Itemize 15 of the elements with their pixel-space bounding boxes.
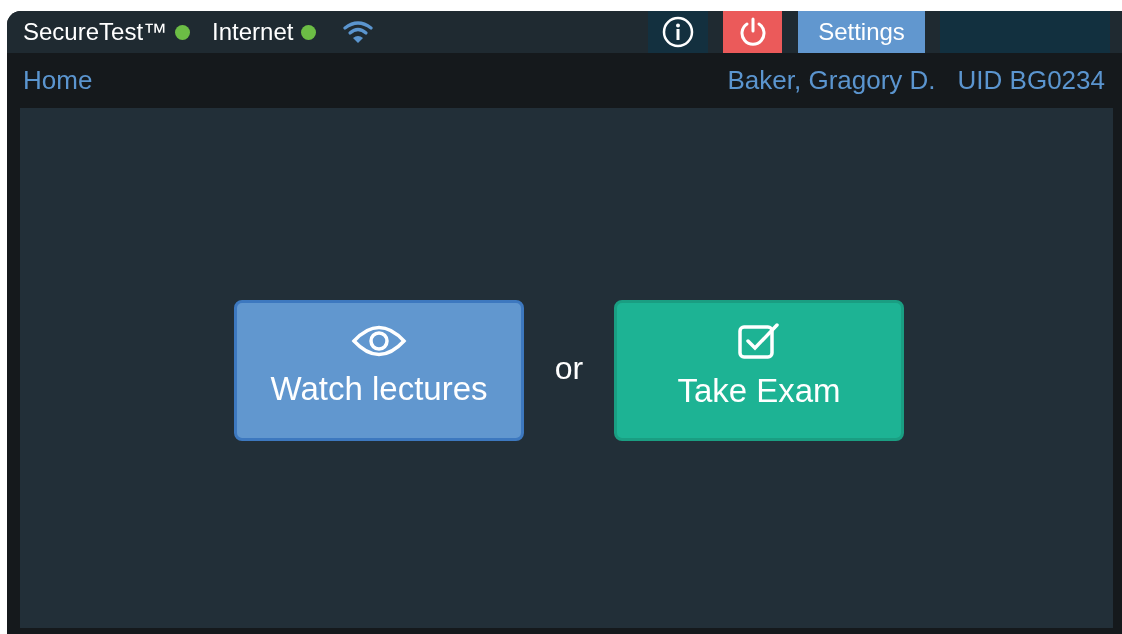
app-name: SecureTest™: [23, 18, 168, 46]
eye-icon: [351, 324, 407, 358]
network-label: Internet: [212, 18, 294, 46]
power-button[interactable]: [723, 11, 782, 53]
watch-lectures-button[interactable]: Watch lectures: [234, 299, 524, 441]
home-link[interactable]: Home: [23, 65, 93, 96]
checkbox-icon: [737, 322, 781, 360]
user-name: Baker, Gragory D.: [727, 65, 936, 96]
or-text: or: [553, 349, 585, 388]
wifi-icon: [342, 20, 375, 44]
user-id: UID BG0234: [957, 65, 1105, 96]
take-exam-button[interactable]: Take Exam: [614, 299, 904, 441]
info-icon: [662, 16, 694, 48]
info-button[interactable]: [648, 11, 708, 53]
settings-button[interactable]: Settings: [798, 11, 925, 53]
